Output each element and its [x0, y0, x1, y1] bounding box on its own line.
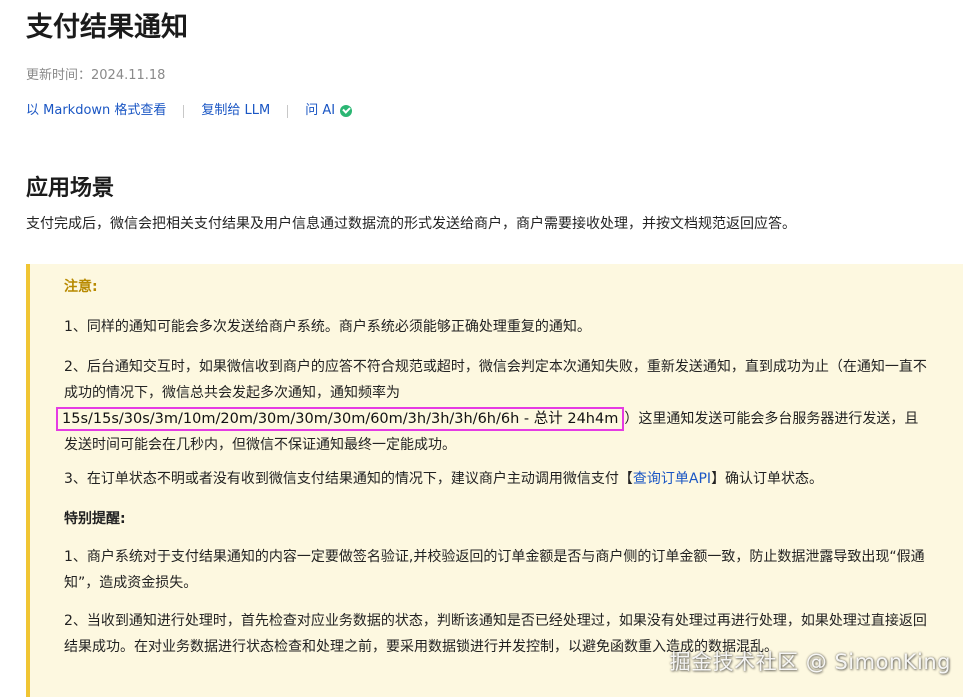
query-order-api-link[interactable]: 查询订单API: [633, 471, 711, 487]
ask-ai-label: 问 AI: [305, 103, 336, 118]
divider: [287, 104, 289, 118]
special-item-1: 1、商户系统对于支付结果通知的内容一定要做签名验证,并校验返回的订单金额是否与商…: [64, 549, 925, 591]
notice-box: 注意: 1、同样的通知可能会多次发送给商户系统。商户系统必须能够正确处理重复的通…: [26, 264, 963, 697]
doc-page: 支付结果通知 更新时间：2024.11.18 以 Markdown 格式查看 复…: [0, 0, 971, 697]
notice-item-3-text: 3、在订单状态不明或者没有收到微信支付结果通知的情况下，建议商户主动调用微信支付…: [64, 471, 633, 487]
page-title: 支付结果通知: [26, 12, 188, 43]
notice-item-1: 1、同样的通知可能会多次发送给商户系统。商户系统必须能够正确处理重复的通知。: [64, 319, 591, 335]
updated-date: 更新时间：2024.11.18: [26, 68, 166, 83]
view-markdown-link[interactable]: 以 Markdown 格式查看: [26, 101, 166, 121]
ai-chat-icon: [340, 105, 353, 117]
notice-item-2-text: 2、后台通知交互时，如果微信收到商户的应答不符合规范或超时，微信会判定本次通知失…: [64, 359, 927, 401]
section-intro: 支付完成后，微信会把相关支付结果及用户信息通过数据流的形式发送给商户，商户需要接…: [26, 216, 796, 232]
notice-item-3: 3、在订单状态不明或者没有收到微信支付结果通知的情况下，建议商户主动调用微信支付…: [64, 466, 930, 492]
watermark: 掘金技术社区 @ SimonKing: [669, 650, 951, 674]
notice-label: 注意:: [64, 279, 98, 295]
retry-frequency-highlight: 15s/15s/30s/3m/10m/20m/30m/30m/30m/60m/3…: [56, 407, 625, 431]
ask-ai-link[interactable]: 问 AI: [305, 101, 353, 121]
notice-item-3-tail: 】确认订单状态。: [711, 471, 824, 487]
divider: [183, 104, 185, 118]
special-reminder-label: 特别提醒:: [64, 511, 126, 527]
notice-item-2: 2、后台通知交互时，如果微信收到商户的应答不符合规范或超时，微信会判定本次通知失…: [56, 354, 930, 458]
section-heading: 应用场景: [26, 176, 115, 201]
doc-actions: 以 Markdown 格式查看 复制给 LLM 问 AI: [26, 101, 353, 121]
copy-to-llm-link[interactable]: 复制给 LLM: [201, 101, 270, 121]
